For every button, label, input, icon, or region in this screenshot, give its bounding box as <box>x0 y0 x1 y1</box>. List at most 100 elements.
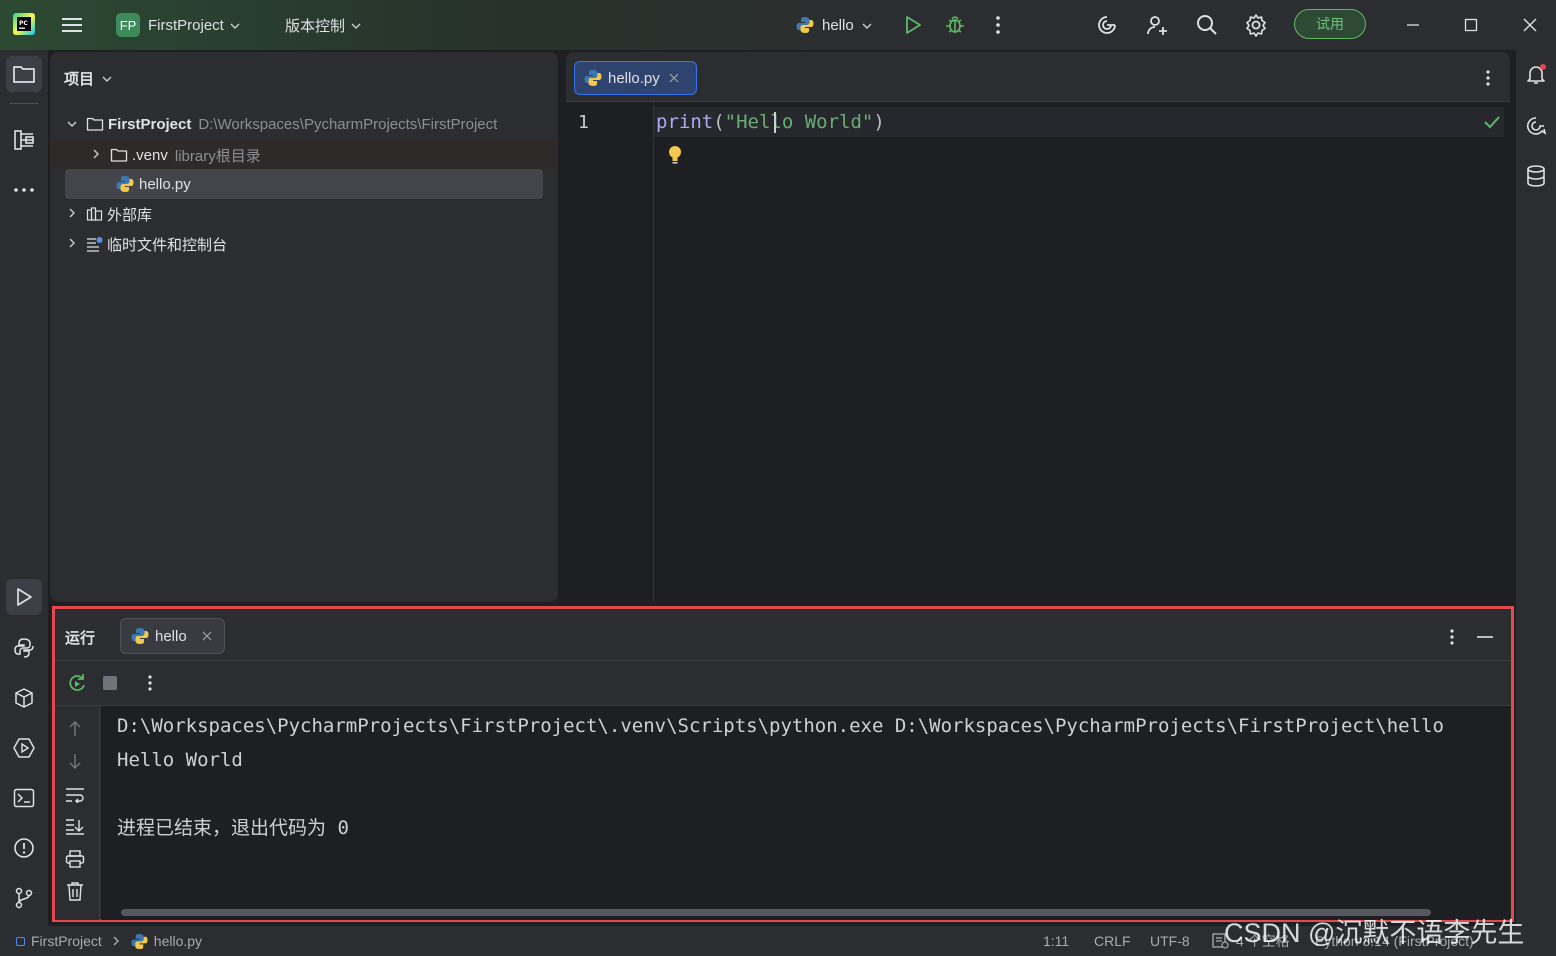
chevron-right-icon <box>113 936 120 946</box>
notifications-icon[interactable] <box>1522 60 1550 88</box>
project-selector[interactable]: FP FirstProject <box>116 0 240 50</box>
code-paren-close: ) <box>873 111 885 133</box>
line-number: 1 <box>578 111 589 133</box>
svg-text:PC: PC <box>19 20 28 27</box>
code-line-1[interactable]: print("Hello World") <box>656 107 885 137</box>
minimize-icon[interactable] <box>1400 12 1426 38</box>
chevron-right-icon[interactable] <box>64 237 80 251</box>
line-separator[interactable]: CRLF <box>1094 926 1131 956</box>
run-tool-icon[interactable] <box>6 579 42 615</box>
chevron-down-icon <box>351 17 361 34</box>
python-packages-icon[interactable] <box>10 684 38 712</box>
code-paren-open: ( <box>713 111 725 133</box>
editor-tabs-menu-icon[interactable] <box>1476 66 1500 90</box>
tree-item-firstproject[interactable]: FirstProject D:\Workspaces\PycharmProjec… <box>64 109 497 139</box>
console-line: 进程已结束，退出代码为 0 <box>117 817 349 839</box>
editor-tab-label: hello.py <box>608 69 660 87</box>
hide-panel-icon[interactable] <box>1473 625 1497 649</box>
python-file-icon <box>584 69 602 87</box>
breadcrumb: FirstProject hello.py <box>16 926 202 956</box>
tree-item-label: .venv <box>132 146 168 164</box>
project-panel-header[interactable]: 项目 <box>64 66 112 90</box>
console-line: D:\Workspaces\PycharmProjects\FirstProje… <box>117 715 1444 737</box>
file-encoding[interactable]: UTF-8 <box>1150 926 1190 956</box>
text-caret <box>774 112 776 133</box>
git-icon[interactable] <box>10 884 38 912</box>
vcs-menu[interactable]: 版本控制 <box>285 0 361 50</box>
database-icon[interactable] <box>1522 162 1550 190</box>
run-tab-hello[interactable]: hello <box>120 618 225 654</box>
trash-icon[interactable] <box>63 879 87 903</box>
tree-item-label: FirstProject <box>108 115 192 133</box>
scroll-to-end-icon[interactable] <box>63 815 87 839</box>
trial-button[interactable]: 试用 <box>1294 9 1366 39</box>
editor-tab-hello-py[interactable]: hello.py <box>574 61 697 95</box>
main-menu-icon[interactable] <box>60 13 84 37</box>
project-tool-icon[interactable] <box>6 56 42 92</box>
run-config-selector[interactable]: hello <box>796 0 872 50</box>
ai-assistant-icon[interactable] <box>1094 12 1120 38</box>
pycharm-logo-icon[interactable]: PC <box>12 12 36 36</box>
code-string: "Hello World" <box>724 111 874 133</box>
print-icon[interactable] <box>63 847 87 871</box>
stop-icon[interactable] <box>98 671 122 695</box>
maximize-icon[interactable] <box>1458 12 1484 38</box>
structure-tool-icon[interactable] <box>10 126 38 154</box>
console-output[interactable]: D:\Workspaces\PycharmProjects\FirstProje… <box>101 706 1511 920</box>
breadcrumb-project[interactable]: FirstProject <box>31 933 102 949</box>
chevron-down-icon <box>102 70 112 87</box>
run-panel-title: 运行 <box>65 629 96 647</box>
python-file-icon <box>116 175 134 193</box>
stripe-divider <box>10 103 38 104</box>
debug-icon[interactable] <box>943 13 967 37</box>
breadcrumb-file[interactable]: hello.py <box>154 933 202 949</box>
terminal-icon[interactable] <box>10 784 38 812</box>
gear-icon[interactable] <box>1243 12 1269 38</box>
scroll-down-icon[interactable] <box>63 749 87 773</box>
tree-item-external-libraries[interactable]: 外部库 <box>64 199 152 229</box>
project-name: FirstProject <box>148 16 224 34</box>
right-tool-stripe <box>1516 50 1556 926</box>
close-tab-icon[interactable] <box>202 631 212 641</box>
caret-position[interactable]: 1:11 <box>1043 926 1069 956</box>
scroll-up-icon[interactable] <box>63 717 87 741</box>
tree-item-hint: library根目录 <box>174 147 261 165</box>
vcs-menu-label: 版本控制 <box>285 17 346 35</box>
problems-icon[interactable] <box>10 834 38 862</box>
ai-chat-icon[interactable] <box>1522 112 1550 140</box>
folder-icon <box>110 147 128 163</box>
close-tab-icon[interactable] <box>669 73 679 83</box>
inspection-ok-icon[interactable] <box>1480 110 1504 134</box>
python-console-icon[interactable] <box>10 634 38 662</box>
more-tools-icon[interactable] <box>10 176 38 204</box>
run-icon[interactable] <box>901 13 925 37</box>
tree-item-hello-py[interactable]: hello.py <box>116 169 191 199</box>
intention-bulb-icon[interactable] <box>666 144 684 166</box>
chevron-down-icon[interactable] <box>64 117 80 131</box>
tree-item-label: hello.py <box>139 175 191 193</box>
console-line: Hello World <box>117 749 243 771</box>
search-icon[interactable] <box>1194 12 1220 38</box>
more-actions-icon[interactable] <box>986 13 1010 37</box>
status-bar: FirstProject hello.py 1:11 CRLF UTF-8 4 … <box>0 918 1556 956</box>
close-icon[interactable] <box>1517 12 1543 38</box>
run-panel-options-icon[interactable] <box>1440 625 1464 649</box>
editor-tab-bar <box>566 52 1510 102</box>
chevron-right-icon[interactable] <box>64 207 80 221</box>
project-panel: 项目 FirstProject D:\Workspaces\PycharmPro… <box>50 52 558 602</box>
left-tool-stripe <box>0 50 48 926</box>
chevron-down-icon <box>862 17 872 34</box>
run-more-icon[interactable] <box>138 671 162 695</box>
soft-wrap-icon[interactable] <box>63 783 87 807</box>
python-file-icon <box>131 627 149 645</box>
services-icon[interactable] <box>10 734 38 762</box>
tree-item-venv[interactable]: .venv library根目录 <box>88 140 261 170</box>
run-tool-window: 运行 hello D:\Workspaces\PycharmProjects\F… <box>52 606 1514 922</box>
rerun-icon[interactable] <box>65 671 89 695</box>
code-function: print <box>656 111 714 133</box>
tree-item-scratches[interactable]: 临时文件和控制台 <box>64 229 227 259</box>
folder-icon <box>86 116 104 132</box>
add-user-icon[interactable] <box>1144 12 1170 38</box>
watermark: CSDN @沉默不语李先生 <box>1224 917 1525 948</box>
chevron-right-icon[interactable] <box>88 148 104 162</box>
